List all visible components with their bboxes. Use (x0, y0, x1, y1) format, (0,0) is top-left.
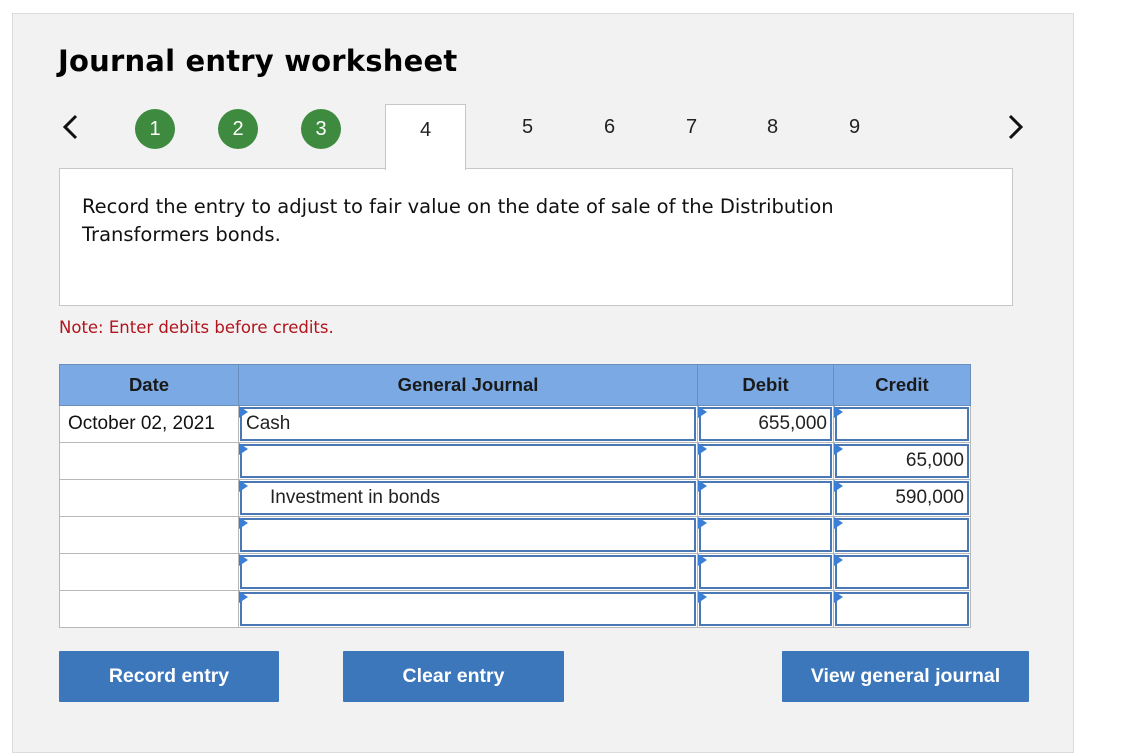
step-3-button[interactable]: 3 (301, 109, 341, 149)
step-5-button[interactable]: 5 (522, 116, 533, 139)
account-cell: Investment in bonds (238, 479, 698, 517)
table-row (59, 516, 971, 554)
date-column-header: Date (59, 364, 239, 406)
dropdown-marker-icon (698, 554, 707, 566)
credit-cell (833, 590, 971, 628)
credit-input[interactable] (835, 555, 969, 589)
debit-input[interactable] (699, 555, 832, 589)
prev-step-button[interactable] (56, 110, 86, 144)
account-select[interactable]: Investment in bonds (240, 481, 696, 515)
date-cell (59, 442, 239, 480)
view-general-journal-button[interactable]: View general journal (782, 651, 1029, 702)
table-row: 65,000 (59, 442, 971, 480)
debit-cell: 655,000 (697, 405, 834, 443)
account-select[interactable] (240, 518, 696, 552)
table-row (59, 590, 971, 628)
date-cell: October 02, 2021 (59, 405, 239, 443)
account-cell (238, 590, 698, 628)
instruction-text: Record the entry to adjust to fair value… (82, 195, 834, 246)
account-cell (238, 442, 698, 480)
instruction-box: Record the entry to adjust to fair value… (59, 168, 1013, 306)
account-select[interactable] (240, 444, 696, 478)
dropdown-marker-icon (698, 480, 707, 492)
step-9-button[interactable]: 9 (849, 116, 860, 139)
journal-table: Date General Journal Debit Credit Octobe… (59, 364, 971, 628)
date-cell (59, 479, 239, 517)
step-8-button[interactable]: 8 (767, 116, 778, 139)
note-text: Note: Enter debits before credits. (59, 318, 334, 337)
credit-column-header: Credit (833, 364, 971, 406)
dropdown-marker-icon (834, 406, 843, 418)
dropdown-marker-icon (834, 554, 843, 566)
general-journal-column-header: General Journal (238, 364, 698, 406)
dropdown-marker-icon (698, 406, 707, 418)
step-4-tab[interactable]: 4 (385, 104, 466, 170)
dropdown-marker-icon (834, 480, 843, 492)
table-row: October 02, 2021 Cash 655,000 (59, 405, 971, 443)
debit-cell (697, 590, 834, 628)
debit-cell (697, 553, 834, 591)
step-2-button[interactable]: 2 (218, 109, 258, 149)
page-title: Journal entry worksheet (58, 44, 458, 78)
credit-input[interactable] (835, 407, 969, 441)
account-select[interactable] (240, 592, 696, 626)
step-6-button[interactable]: 6 (604, 116, 615, 139)
dropdown-marker-icon (239, 480, 248, 492)
dropdown-marker-icon (698, 591, 707, 603)
dropdown-marker-icon (834, 517, 843, 529)
credit-cell (833, 553, 971, 591)
step-1-button[interactable]: 1 (135, 109, 175, 149)
debit-cell (697, 479, 834, 517)
dropdown-marker-icon (834, 443, 843, 455)
dropdown-marker-icon (698, 517, 707, 529)
account-cell (238, 553, 698, 591)
debit-input[interactable] (699, 518, 832, 552)
next-step-button[interactable] (1002, 110, 1032, 144)
dropdown-marker-icon (834, 591, 843, 603)
debit-input[interactable] (699, 481, 832, 515)
dropdown-marker-icon (239, 554, 248, 566)
table-row: Investment in bonds 590,000 (59, 479, 971, 517)
account-cell: Cash (238, 405, 698, 443)
table-header-row: Date General Journal Debit Credit (59, 364, 971, 406)
debit-input[interactable]: 655,000 (699, 407, 832, 441)
dropdown-marker-icon (239, 591, 248, 603)
dropdown-marker-icon (239, 517, 248, 529)
debit-cell (697, 442, 834, 480)
record-entry-button[interactable]: Record entry (59, 651, 279, 702)
table-row (59, 553, 971, 591)
date-cell (59, 590, 239, 628)
dropdown-marker-icon (239, 443, 248, 455)
chevron-left-icon (62, 114, 78, 140)
credit-cell (833, 516, 971, 554)
credit-input[interactable]: 590,000 (835, 481, 969, 515)
debit-input[interactable] (699, 592, 832, 626)
clear-entry-button[interactable]: Clear entry (343, 651, 564, 702)
credit-input[interactable]: 65,000 (835, 444, 969, 478)
account-select[interactable]: Cash (240, 407, 696, 441)
debit-cell (697, 516, 834, 554)
date-cell (59, 553, 239, 591)
step-7-button[interactable]: 7 (686, 116, 697, 139)
credit-cell (833, 405, 971, 443)
date-cell (59, 516, 239, 554)
debit-input[interactable] (699, 444, 832, 478)
dropdown-marker-icon (239, 406, 248, 418)
credit-input[interactable] (835, 518, 969, 552)
chevron-right-icon (1008, 114, 1024, 140)
credit-cell: 590,000 (833, 479, 971, 517)
dropdown-marker-icon (698, 443, 707, 455)
credit-input[interactable] (835, 592, 969, 626)
credit-cell: 65,000 (833, 442, 971, 480)
account-cell (238, 516, 698, 554)
account-select[interactable] (240, 555, 696, 589)
debit-column-header: Debit (697, 364, 834, 406)
